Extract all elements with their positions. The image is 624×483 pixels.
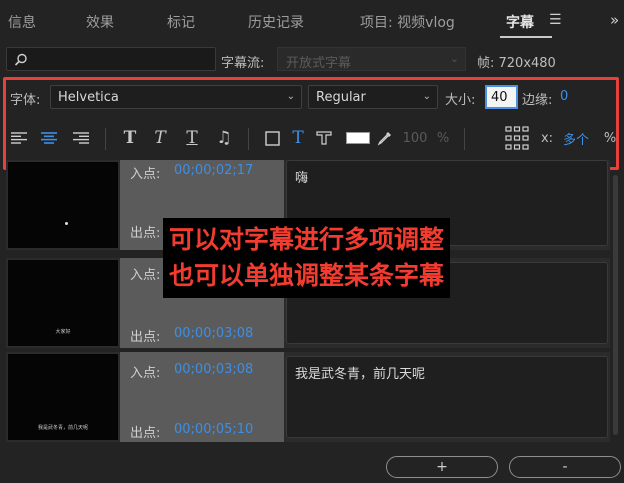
search-input[interactable] (6, 47, 216, 71)
in-point-label: 入点: (130, 167, 161, 182)
active-tab-indicator (500, 36, 552, 38)
font-settings-row: 字体: Helvetica ⌄ Regular ⌄ 大小: 40 边缘: 0 (8, 84, 608, 112)
opacity-unit: % (436, 130, 450, 146)
caption-thumbnail: 大家好 (8, 260, 118, 346)
in-point-timecode[interactable]: 00;00;02;17 (174, 163, 253, 178)
caption-thumbnail: 我是武冬青，前几天呢 (8, 354, 118, 440)
italic-t-icon[interactable]: T (150, 124, 170, 152)
out-point-label: 出点: (130, 330, 161, 345)
font-family-value: Helvetica (58, 90, 119, 105)
in-point-label: 入点: (130, 268, 161, 283)
font-style-select[interactable]: Regular ⌄ (308, 85, 438, 109)
align-center-icon[interactable] (38, 124, 60, 152)
chevron-down-icon: ⌄ (449, 52, 459, 65)
in-point-timecode[interactable]: 00;00;03;08 (174, 362, 253, 377)
bold-t-icon[interactable]: T (120, 124, 140, 152)
caption-thumbnail (8, 162, 118, 248)
position-grid-icon[interactable] (504, 124, 530, 152)
hamburger-icon[interactable]: ☰ (549, 12, 562, 28)
toolbar-divider (105, 128, 106, 150)
annotation-line-1: 可以对字幕进行多项调整 (169, 225, 445, 254)
out-point-timecode[interactable]: 00;00;03;08 (174, 326, 253, 341)
align-left-icon[interactable] (8, 124, 30, 152)
font-family-select[interactable]: Helvetica ⌄ (50, 85, 302, 109)
edge-value[interactable]: 0 (560, 89, 568, 104)
caption-list-scrollbar[interactable] (613, 175, 618, 435)
outline-t-icon[interactable] (314, 124, 334, 152)
caption-stream-label: 字幕流: (221, 56, 265, 71)
text-color-t-icon[interactable]: T (289, 124, 307, 152)
tab-effects[interactable]: 效果 (86, 12, 114, 32)
caption-list: 入点: 00;00;02;17 出点: 嗨 大家好 入点: 出点: 00;00;… (0, 160, 624, 450)
chevron-down-icon: ⌄ (286, 91, 295, 102)
out-point-label: 出点: (130, 226, 161, 241)
color-swatch-fill (347, 133, 369, 143)
toolbar-divider (248, 128, 249, 150)
annotation-overlay: 可以对字幕进行多项调整 也可以单独调整某条字幕 (163, 218, 451, 298)
remove-caption-button[interactable]: - (509, 456, 621, 478)
underline-t-icon[interactable]: T (182, 124, 202, 152)
panel-tab-bar: 信息 效果 标记 历史记录 项目: 视频vlog 字幕 ☰ » (0, 0, 624, 42)
music-note-icon[interactable]: ♫ (214, 124, 234, 152)
eyedropper-icon[interactable] (376, 124, 394, 152)
font-style-value: Regular (316, 90, 366, 105)
annotation-line-2: 也可以单独调整某条字幕 (169, 261, 445, 290)
thumbnail-dot (65, 222, 68, 225)
x-position-unit: % (603, 130, 617, 146)
format-toolbar: T T T ♫ T 100 % x: 多个 % (8, 124, 617, 154)
in-point-label: 入点: (130, 366, 161, 381)
font-size-label: 大小: (445, 93, 476, 108)
tab-captions[interactable]: 字幕 (506, 12, 534, 32)
search-icon (14, 53, 27, 66)
font-size-input[interactable]: 40 (485, 85, 518, 109)
chevron-down-icon: ⌄ (422, 91, 431, 102)
add-caption-button[interactable]: + (386, 456, 498, 478)
tab-project[interactable]: 项目: 视频vlog (360, 12, 455, 32)
caption-item[interactable]: 我是武冬青，前几天呢 入点: 00;00;03;08 出点: 00;00;05;… (6, 352, 610, 442)
caption-header-row: 字幕流: 开放式字幕 ⌄ 帧: 720x480 (0, 44, 624, 74)
align-right-icon[interactable] (70, 124, 92, 152)
caption-stream-value: 开放式字幕 (286, 56, 352, 71)
frame-size-label: 帧: 720x480 (477, 56, 556, 71)
tab-history[interactable]: 历史记录 (248, 12, 304, 32)
caption-text-field[interactable]: 我是武冬青，前几天呢 (286, 356, 608, 438)
x-position-value[interactable]: 多个 (560, 124, 592, 152)
font-label: 字体: (10, 93, 41, 108)
out-point-label: 出点: (130, 426, 161, 441)
background-box-icon[interactable] (263, 124, 281, 152)
tab-info[interactable]: 信息 (8, 12, 36, 32)
color-swatch[interactable] (346, 132, 370, 144)
toolbar-divider (464, 128, 465, 150)
caption-stream-select[interactable]: 开放式字幕 ⌄ (277, 47, 466, 71)
thumbnail-caption-text: 大家好 (55, 329, 71, 335)
double-chevron-right-icon[interactable]: » (610, 11, 619, 29)
tab-markers[interactable]: 标记 (167, 12, 195, 32)
opacity-value[interactable]: 100 (400, 124, 430, 152)
x-position-label: x: (540, 130, 554, 146)
thumbnail-caption-text: 我是武冬青，前几天呢 (37, 425, 88, 431)
out-point-timecode[interactable]: 00;00;05;10 (174, 422, 253, 437)
edge-label: 边缘: (522, 93, 553, 108)
